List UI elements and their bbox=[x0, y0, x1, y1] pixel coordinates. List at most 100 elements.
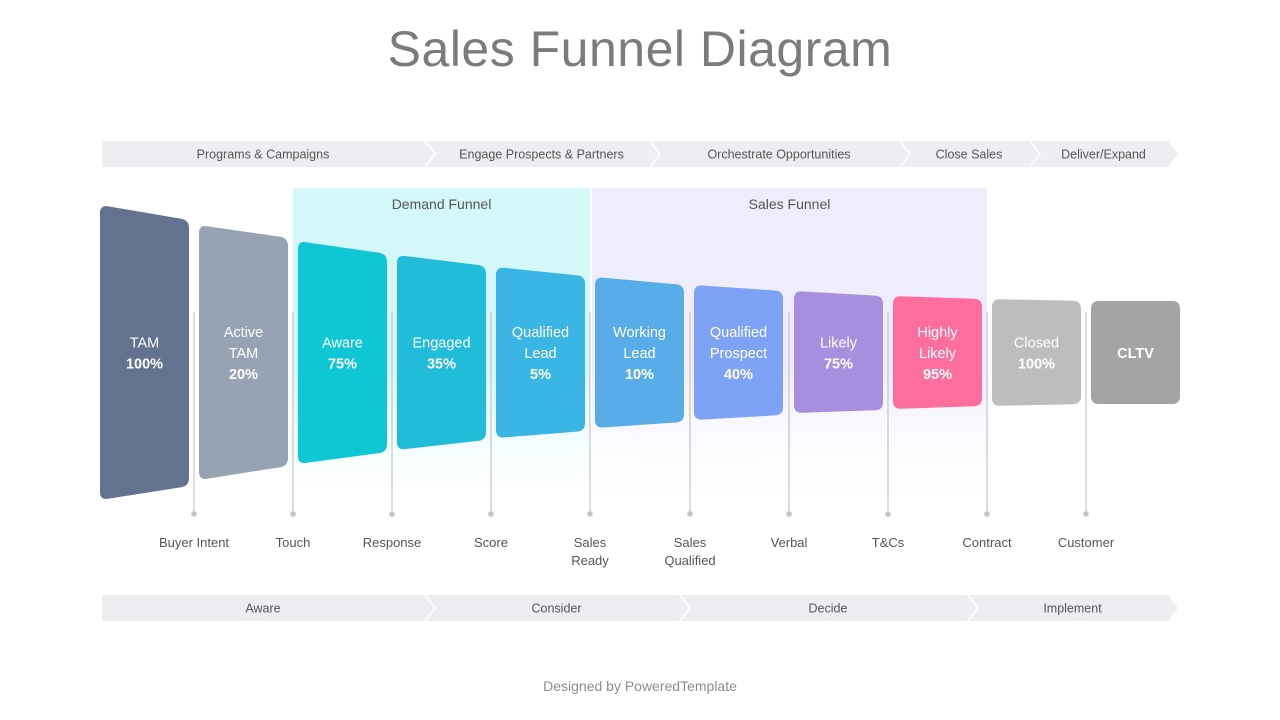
stage-card-engaged: Engaged 35% bbox=[397, 255, 486, 450]
connector-dot bbox=[191, 511, 197, 517]
milestone-label-line: Buyer Intent bbox=[159, 535, 229, 550]
milestone-label-line: Response bbox=[363, 535, 422, 550]
stage-card-aware: Aware 75% bbox=[298, 242, 387, 464]
milestone-label: T&Cs bbox=[872, 535, 905, 550]
milestone-label-line: Ready bbox=[571, 553, 609, 568]
chevron-label: Decide bbox=[809, 602, 848, 616]
stage-name: Qualified bbox=[710, 325, 767, 341]
chevron-label: Aware bbox=[245, 602, 280, 616]
sales-funnel-diagram: Demand Funnel Sales Funnel Programs & Cam… bbox=[100, 141, 1180, 621]
stage-name: Highly bbox=[917, 325, 958, 341]
chevron-label: Engage Prospects & Partners bbox=[459, 148, 624, 162]
connector-dot bbox=[984, 511, 990, 517]
chevron-label: Close Sales bbox=[936, 148, 1003, 162]
stage-name: Engaged bbox=[412, 336, 470, 352]
stage-name: Active bbox=[224, 325, 264, 341]
bottom-phase-chevron: Consider bbox=[426, 595, 689, 621]
connector-dot bbox=[389, 511, 395, 517]
stage-card-shape bbox=[100, 206, 189, 499]
stage-card-tam: TAM 100% bbox=[100, 206, 189, 499]
connector-dot bbox=[786, 511, 792, 517]
top-phase-chevron: Close Sales bbox=[901, 141, 1039, 167]
stage-percent: 20% bbox=[229, 367, 258, 383]
stage-card-highly-likely: Highly Likely 95% bbox=[893, 296, 982, 409]
milestone-label-line: Score bbox=[474, 535, 508, 550]
connector-dot bbox=[1083, 511, 1089, 517]
stage-name: CLTV bbox=[1117, 346, 1154, 362]
connector-dot bbox=[885, 511, 891, 517]
milestone-label-line: Qualified bbox=[664, 553, 715, 568]
stage-percent: 75% bbox=[328, 357, 357, 373]
stage-card-closed: Closed 100% bbox=[992, 299, 1081, 406]
stage-name: TAM bbox=[229, 346, 259, 362]
milestone-label: Sales Ready bbox=[571, 535, 609, 568]
footer-credit: Designed by PoweredTemplate bbox=[543, 678, 737, 694]
stage-name: TAM bbox=[130, 336, 160, 352]
top-phase-chevrons: Programs & Campaigns Engage Prospects & P… bbox=[102, 141, 1178, 167]
stage-card-cltv: CLTV bbox=[1091, 301, 1180, 404]
stage-name: Lead bbox=[524, 346, 556, 362]
stage-name: Lead bbox=[623, 346, 655, 362]
stage-percent: 75% bbox=[824, 357, 853, 373]
bottom-phase-chevron: Implement bbox=[969, 595, 1178, 621]
stage-name: Likely bbox=[820, 336, 858, 352]
milestone-label: Contract bbox=[962, 535, 1012, 550]
milestone-label-line: Sales bbox=[574, 535, 607, 550]
panel-label: Sales Funnel bbox=[749, 196, 831, 212]
stage-percent: 40% bbox=[724, 367, 753, 383]
bottom-phase-chevrons: Aware Consider Decide Implement bbox=[102, 595, 1178, 621]
chevron-label: Implement bbox=[1043, 602, 1102, 616]
milestone-label: Verbal bbox=[771, 535, 808, 550]
milestone-label: Score bbox=[474, 535, 508, 550]
milestone-label-line: Contract bbox=[962, 535, 1012, 550]
milestone-label-line: Verbal bbox=[771, 535, 808, 550]
stage-name: Qualified bbox=[512, 325, 569, 341]
panel-label: Demand Funnel bbox=[392, 196, 492, 212]
bottom-phase-chevron: Aware bbox=[102, 595, 434, 621]
chevron-label: Programs & Campaigns bbox=[197, 148, 330, 162]
milestone-label: Touch bbox=[276, 535, 311, 550]
top-phase-chevron: Deliver/Expand bbox=[1031, 141, 1178, 167]
connector-dot bbox=[290, 511, 296, 517]
stage-name: Aware bbox=[322, 336, 363, 352]
stage-card-working-lead: Working Lead 10% bbox=[595, 277, 684, 428]
stage-percent: 5% bbox=[530, 367, 551, 383]
milestone-label: Customer bbox=[1058, 535, 1115, 550]
milestone-label-line: Sales bbox=[674, 535, 707, 550]
milestone-label: Response bbox=[363, 535, 422, 550]
stage-card-shape bbox=[397, 255, 486, 450]
stage-card-shape bbox=[992, 299, 1081, 406]
stage-percent: 35% bbox=[427, 357, 456, 373]
milestone-label-line: Touch bbox=[276, 535, 311, 550]
stage-percent: 10% bbox=[625, 367, 654, 383]
milestone-connector bbox=[191, 312, 197, 517]
bottom-phase-chevron: Decide bbox=[681, 595, 977, 621]
top-phase-chevron: Engage Prospects & Partners bbox=[426, 141, 659, 167]
stage-percent: 95% bbox=[923, 367, 952, 383]
milestone-label-line: Customer bbox=[1058, 535, 1115, 550]
stage-card-active-tam: Active TAM 20% bbox=[199, 226, 288, 479]
stage-card-shape bbox=[298, 242, 387, 464]
stage-percent: 100% bbox=[126, 357, 163, 373]
top-phase-chevron: Programs & Campaigns bbox=[102, 141, 434, 167]
stage-card-qualified-prospect: Qualified Prospect 40% bbox=[694, 285, 783, 420]
connector-dot bbox=[587, 511, 593, 517]
milestone-label: Sales Qualified bbox=[664, 535, 715, 568]
stage-name: Likely bbox=[919, 346, 957, 362]
chevron-label: Orchestrate Opportunities bbox=[707, 148, 850, 162]
stage-name: Prospect bbox=[710, 346, 767, 362]
chevron-label: Consider bbox=[531, 602, 581, 616]
stage-card-qualified-lead: Qualified Lead 5% bbox=[496, 267, 585, 438]
stage-name: Closed bbox=[1014, 336, 1059, 352]
connector-dot bbox=[488, 511, 494, 517]
stage-percent: 100% bbox=[1018, 357, 1055, 373]
connector-dot bbox=[687, 511, 693, 517]
top-phase-chevron: Orchestrate Opportunities bbox=[651, 141, 909, 167]
milestone-labels: Buyer Intent Touch Response Score Sales Ready… bbox=[159, 535, 1115, 568]
stage-card-likely: Likely 75% bbox=[794, 291, 883, 413]
milestone-connector bbox=[1083, 312, 1089, 517]
stage-card-shape bbox=[794, 291, 883, 413]
chevron-label: Deliver/Expand bbox=[1061, 148, 1146, 162]
stage-name: Working bbox=[613, 325, 666, 341]
milestone-label: Buyer Intent bbox=[159, 535, 229, 550]
